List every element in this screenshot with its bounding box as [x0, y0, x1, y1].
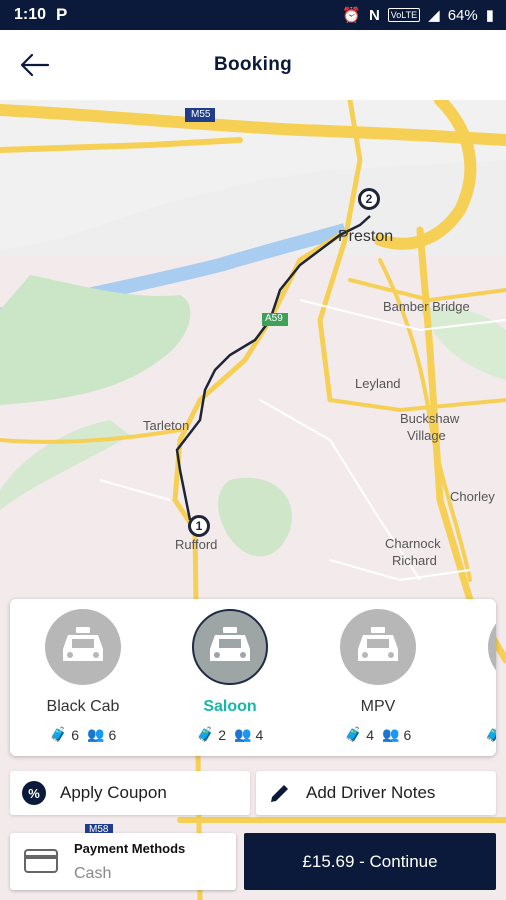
- luggage-count: 4: [366, 726, 374, 743]
- luggage-icon: 🧳: [344, 726, 363, 742]
- battery-percent: 64%: [447, 6, 478, 24]
- payment-method-value: Cash: [74, 865, 112, 882]
- passenger-capacity: 👥 6: [87, 726, 116, 743]
- route-start-label: 1: [195, 519, 203, 533]
- page-title: Booking: [213, 54, 293, 75]
- payment-methods-title: Payment Methods: [74, 841, 186, 856]
- passenger-count: 6: [403, 726, 412, 743]
- place-label-tarleton: Tarleton: [143, 418, 190, 433]
- luggage-icon: 🧳: [196, 726, 215, 742]
- road-label-m55: M55: [191, 109, 211, 120]
- luggage-capacity: 🧳 4: [345, 726, 374, 743]
- apply-coupon-label: Apply Coupon: [60, 783, 167, 802]
- apply-coupon-button[interactable]: % Apply Coupon: [10, 771, 250, 815]
- status-bar: 1:10 P ⏰ N VoLTE ◢ 64% ▮: [0, 0, 506, 30]
- app-header: Booking: [0, 30, 506, 101]
- payment-method-selector[interactable]: Payment Methods Cash: [10, 833, 236, 890]
- place-label-buckshaw: Buckshaw: [400, 411, 460, 426]
- place-label-chorley: Chorley: [450, 489, 495, 504]
- credit-card-icon: [24, 849, 58, 873]
- route-start-marker[interactable]: 1: [188, 515, 210, 537]
- road-label-a59: A59: [265, 313, 283, 324]
- battery-icon: ▮: [485, 7, 494, 24]
- vehicle-option-mpv[interactable]: MPV 🧳 4 👥 6: [313, 609, 443, 749]
- alarm-icon: ⏰: [342, 7, 361, 24]
- passenger-capacity: 👥 4: [234, 726, 263, 743]
- volte-badge: VoLTE: [387, 8, 421, 22]
- luggage-capacity: 🧳 2: [197, 726, 226, 743]
- vehicle-name: MPV: [360, 698, 396, 715]
- vehicle-option-partial[interactable]: E 🧳: [460, 609, 496, 749]
- add-driver-notes-label: Add Driver Notes: [306, 783, 436, 802]
- taxi-icon: [340, 609, 416, 685]
- place-label-preston: Preston: [338, 228, 394, 245]
- luggage-icon: 🧳: [485, 726, 496, 742]
- place-label-richard: Richard: [392, 553, 437, 568]
- coupon-percent-icon: %: [22, 781, 46, 805]
- vehicle-option-saloon[interactable]: Saloon 🧳 2 👥 4: [165, 609, 295, 749]
- luggage-capacity: 🧳 6: [50, 726, 79, 743]
- vehicle-option-black-cab[interactable]: Black Cab 🧳 6 👥 6: [18, 609, 148, 749]
- place-label-charnock: Charnock: [385, 536, 441, 551]
- luggage-count: 6: [71, 726, 79, 743]
- place-label-leyland: Leyland: [355, 376, 401, 391]
- add-driver-notes-button[interactable]: Add Driver Notes: [256, 771, 496, 815]
- taxi-icon: [45, 609, 121, 685]
- luggage-icon: 🧳: [49, 726, 68, 742]
- taxi-icon: [192, 609, 268, 685]
- passengers-icon: 👥: [382, 726, 400, 742]
- taxi-icon: [488, 609, 496, 685]
- app-notification-icon: P: [56, 5, 68, 24]
- passenger-capacity: 👥 6: [382, 726, 411, 743]
- passenger-count: 4: [255, 726, 264, 743]
- route-end-marker[interactable]: 2: [358, 188, 380, 210]
- place-label-village: Village: [407, 428, 446, 443]
- place-label-bamber-bridge: Bamber Bridge: [383, 299, 470, 314]
- place-label-rufford: Rufford: [175, 537, 218, 552]
- pencil-icon: [271, 785, 288, 802]
- vehicle-name: Saloon: [203, 698, 257, 715]
- route-end-label: 2: [365, 192, 373, 206]
- nfc-icon: N: [368, 6, 380, 24]
- luggage-count: 2: [218, 726, 226, 743]
- continue-button[interactable]: £15.69 - Continue: [244, 833, 496, 890]
- passengers-icon: 👥: [234, 726, 252, 742]
- passenger-count: 6: [108, 726, 117, 743]
- vehicle-name: Black Cab: [46, 698, 120, 715]
- vehicle-selector[interactable]: Black Cab 🧳6 👥6 Saloon 🧳2 👥4 MPV 🧳4 👥6 E…: [10, 599, 496, 756]
- status-time: 1:10: [14, 6, 47, 23]
- passengers-icon: 👥: [87, 726, 105, 742]
- signal-icon: ◢: [428, 7, 440, 24]
